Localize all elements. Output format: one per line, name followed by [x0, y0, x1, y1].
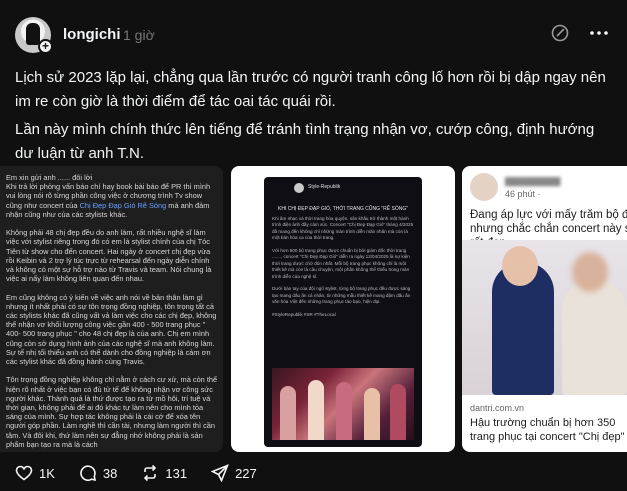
statement-text: Em xin gửi anh ...... đôi lời Khi trả lờ… [6, 173, 218, 449]
person-figure [562, 280, 627, 395]
media-image-news[interactable]: ▇▇▇▇▇▇▇▇ 46 phút · Đang áp lực với mấy t… [462, 166, 627, 452]
statement-link: Chị Đẹp Đạp Gió Rẽ Sóng [79, 200, 167, 210]
news-photo [462, 240, 627, 395]
share-count: 227 [235, 465, 257, 481]
media-image-article[interactable]: Style-Republik KHI CHỊ ĐẸP ĐẠP GIÓ, THỜI… [231, 166, 455, 452]
post-text-paragraph-1: Lịch sử 2023 lặp lại, chẳng qua lần trướ… [15, 69, 606, 110]
article-headline: KHI CHỊ ĐẸP ĐẠP GIÓ, THỜI TRANG CŨNG "RẼ… [278, 206, 408, 212]
avatar-figure [26, 23, 40, 45]
page-avatar [470, 173, 498, 201]
comment-icon [80, 465, 96, 482]
share-button[interactable]: 227 [211, 464, 257, 482]
news-domain: dantri.com.vn [470, 403, 525, 413]
person-face-blurred [572, 252, 608, 292]
heart-icon [15, 465, 33, 481]
news-time: 46 phút · [505, 189, 541, 199]
news-caption: Hậu trường chuẩn bị hơn 350 trang phục t… [470, 417, 625, 443]
post-time: 1 giờ [123, 27, 155, 43]
follow-plus-icon[interactable]: + [38, 39, 53, 54]
author-username[interactable]: longichi [63, 26, 121, 43]
thread-post: + longichi 1 giờ Lịch sử 2023 lặp lại, c… [0, 0, 627, 491]
article-body: Khi âm nhạc và thời trang hòa quyện, sân… [272, 216, 414, 318]
repost-icon [144, 464, 157, 482]
more-icon[interactable] [588, 24, 610, 42]
like-button[interactable]: 1K [15, 464, 55, 482]
comment-button[interactable]: 38 [79, 464, 117, 482]
comment-count: 38 [102, 465, 118, 481]
poster-name-blurred: ▇▇▇▇▇▇▇▇ [505, 176, 561, 186]
article-photo [272, 368, 414, 440]
post-text-paragraph-2: Lần này mình chính thức lên tiếng để trá… [15, 121, 595, 162]
send-icon [211, 464, 230, 482]
performer-figure [336, 382, 352, 440]
performer-figure [308, 380, 324, 440]
article-brand: Style-Republik [308, 184, 341, 190]
person-face [502, 246, 538, 286]
action-bar: 1K 38 131 227 [15, 462, 281, 484]
edit-icon[interactable] [551, 24, 569, 42]
media-image-statement[interactable]: Em xin gửi anh ...... đôi lời Khi trả lờ… [0, 166, 223, 452]
like-count: 1K [39, 465, 55, 481]
article-card: Style-Republik KHI CHỊ ĐẸP ĐẠP GIÓ, THỜI… [264, 177, 422, 447]
brand-logo-icon [294, 183, 304, 193]
repost-count: 131 [165, 465, 188, 481]
performer-figure [364, 388, 380, 440]
performer-figure [390, 384, 406, 440]
performer-figure [280, 386, 296, 440]
repost-button[interactable]: 131 [141, 464, 187, 482]
